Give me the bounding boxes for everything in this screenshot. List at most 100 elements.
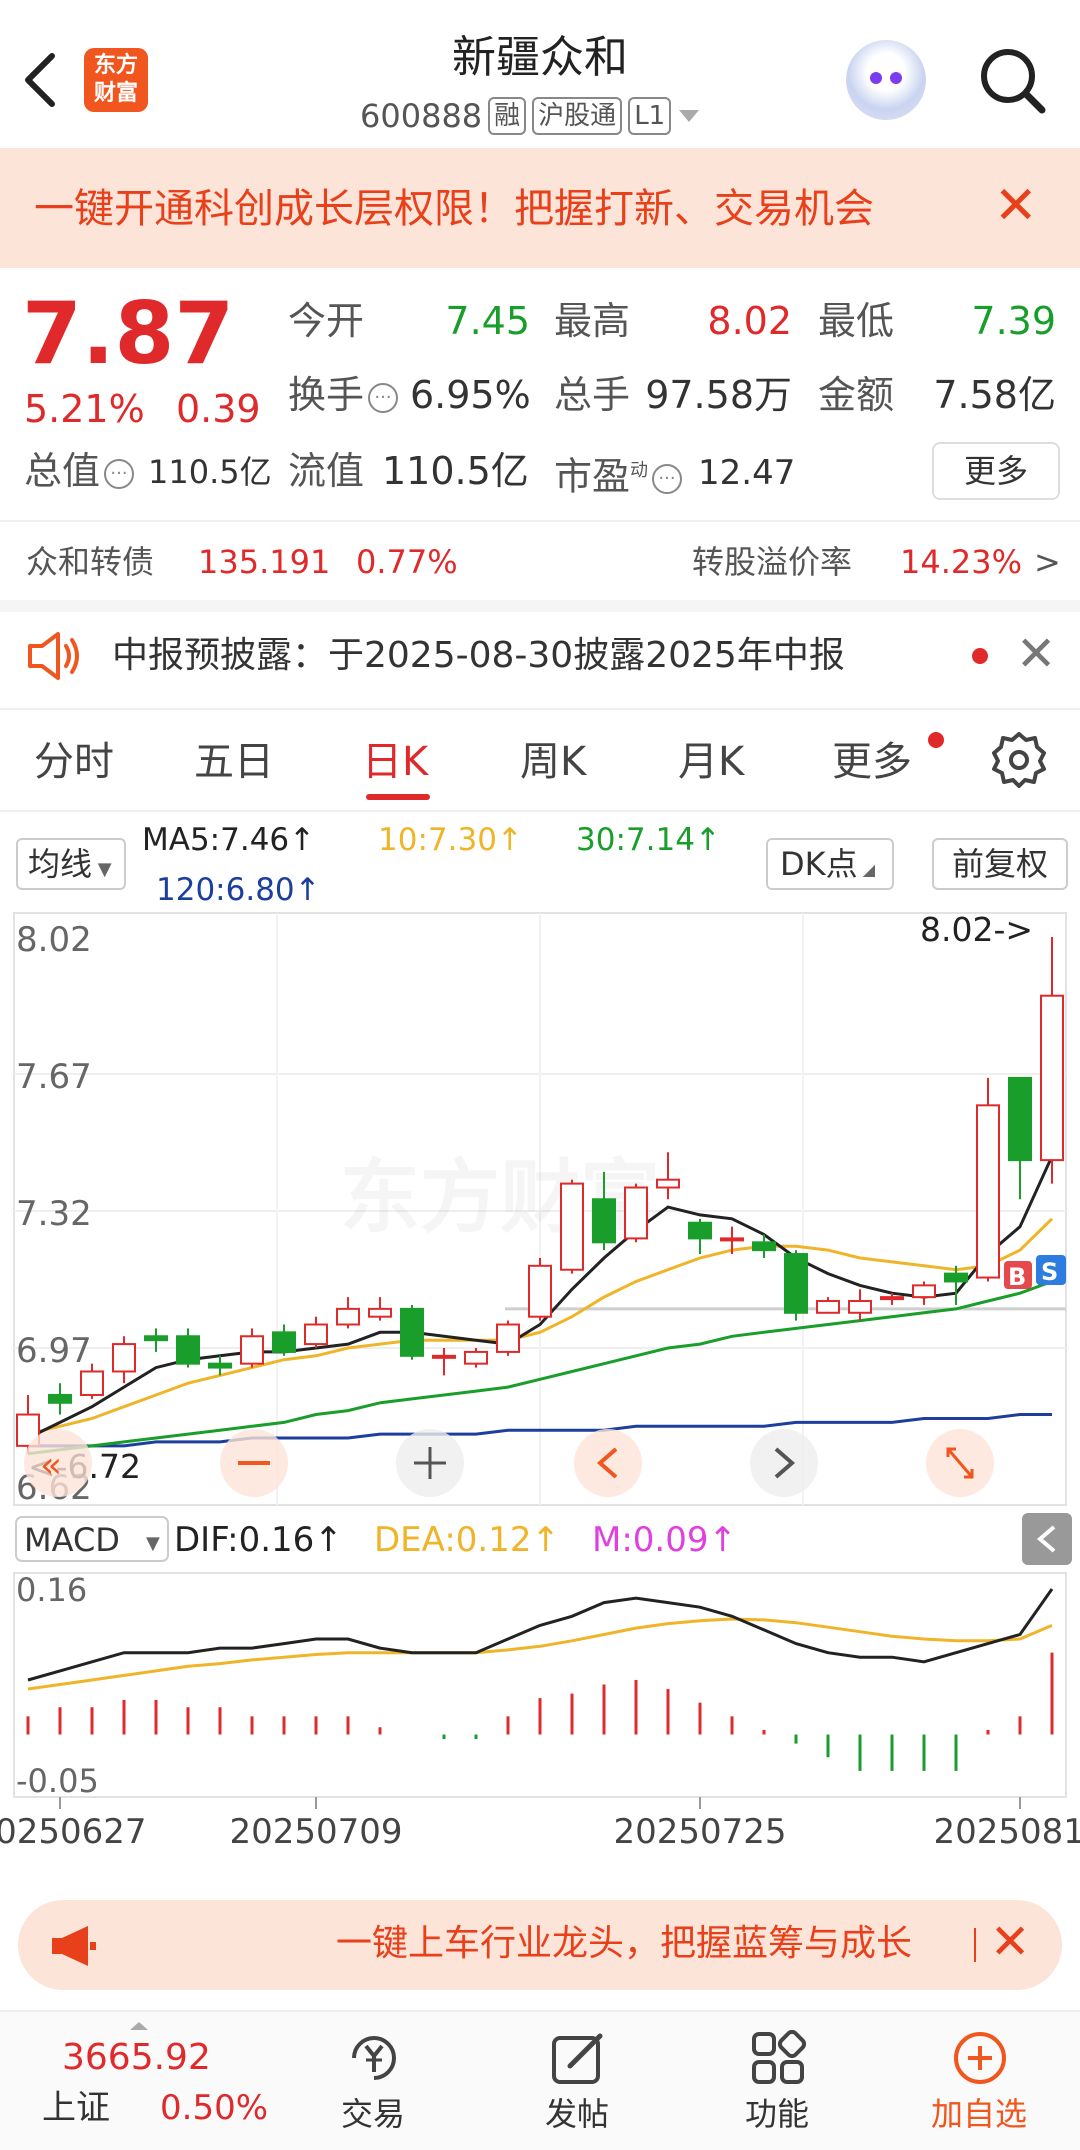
candle-body [752, 1241, 776, 1252]
convertible-bond-row[interactable]: 众和转债 135.191 0.77% 转股溢价率 14.23% > [0, 522, 1080, 600]
ma120-value: 120:6.80↑ [156, 872, 321, 908]
macd-histogram [26, 1652, 1054, 1771]
x-tick-label: 20250627 [0, 1812, 147, 1852]
tab-intraday[interactable]: 分时 [34, 734, 114, 790]
tab-weekly-k[interactable]: 周K [520, 734, 586, 790]
y-tick-label: 6.97 [16, 1331, 92, 1371]
candle-body [496, 1323, 520, 1353]
premium-label: 转股溢价率 [692, 543, 853, 581]
macd-lines [27, 1588, 1054, 1691]
add-watchlist-label: 加自选 [930, 2095, 1027, 2133]
high-label: 最高 [554, 299, 631, 343]
dk-point-select[interactable]: DK点 ◢ [766, 838, 894, 890]
yen-circle-icon [352, 2036, 396, 2080]
info-icon: ··· [368, 382, 399, 413]
candle-body [1040, 994, 1064, 1162]
promo-banner-text: 一键开通科创成长层权限！把握打新、交易机会 [34, 186, 874, 232]
chevron-left-icon [25, 53, 55, 107]
buy-marker: B [1008, 1263, 1026, 1291]
add-watchlist-button[interactable]: 加自选 [914, 2022, 1044, 2142]
ma-select[interactable]: 均线 ▼ [16, 838, 126, 890]
low-value: 7.39 [971, 299, 1056, 343]
chevron-right-icon: > [1034, 543, 1061, 581]
grid-icon [752, 2029, 807, 2084]
trade-button[interactable]: 交易 [318, 2022, 428, 2142]
index-ticker[interactable]: 3665.92 上证 0.50% [0, 2012, 280, 2150]
scroll-left-button[interactable] [574, 1429, 642, 1497]
more-quote-button[interactable]: 更多 [932, 442, 1060, 500]
divider [0, 708, 1080, 710]
top-app-bar: 东方财富 新疆众和 600888 融 沪股通 L1 [0, 0, 1080, 149]
market-cap-value: 110.5亿 [148, 453, 272, 491]
kline-chart[interactable]: 东方财富 8.027.677.326.976.62 8.02-> <-6.72 … [0, 905, 1080, 1885]
notice-text[interactable]: 中报预披露：于2025-08-30披露2025年中报 [112, 632, 845, 680]
stock-code: 600888 [360, 97, 483, 135]
macd-frame [13, 1572, 1067, 1798]
bond-percent: 0.77% [356, 543, 458, 581]
bond-price: 135.191 [198, 543, 331, 581]
max-price-marker: 8.02-> [920, 910, 1033, 949]
gear-icon[interactable] [990, 730, 1048, 788]
price-adjust-select[interactable]: 前复权 [932, 838, 1068, 890]
candle-body [144, 1335, 168, 1342]
collapse-panel-button[interactable] [1022, 1513, 1072, 1565]
y-tick-label: 7.32 [16, 1194, 92, 1234]
candle-body [80, 1370, 104, 1396]
market-cap-label[interactable]: 总值 ··· [24, 448, 138, 494]
stock-code-row[interactable]: 600888 融 沪股通 L1 [360, 94, 740, 138]
tab-monthly-k[interactable]: 月K [678, 734, 744, 790]
info-icon: ··· [652, 464, 683, 495]
candle-body [176, 1335, 200, 1365]
promo-banner[interactable]: 一键开通科创成长层权限！把握打新、交易机会 ✕ [0, 148, 1080, 268]
float-cap-value: 110.5亿 [382, 449, 529, 493]
index-value: 3665.92 [62, 2037, 211, 2078]
x-axis-date-ticks: 20250627 20250709 20250725 20250812 [0, 1797, 1080, 1852]
candle-body [848, 1300, 872, 1314]
volume-label: 总手 [554, 373, 631, 417]
high-value: 8.02 [707, 299, 792, 343]
ma30-value: 30:7.14↑ [576, 822, 721, 858]
close-icon[interactable]: ✕ [1016, 626, 1056, 682]
bottom-promo-banner[interactable]: 一键上车行业龙头，把握蓝筹与成长 ✕ [18, 1900, 1062, 1990]
close-icon[interactable]: ✕ [990, 1912, 1030, 1972]
premium-value: 14.23% [900, 543, 1023, 581]
assistant-robot-icon[interactable] [846, 40, 926, 120]
candle-body [240, 1335, 264, 1365]
back-button[interactable] [20, 50, 70, 110]
candle-body [208, 1362, 232, 1369]
tab-daily-k[interactable]: 日K [362, 734, 428, 790]
post-label: 发帖 [544, 2095, 609, 2133]
turnover-label[interactable]: 换手 ··· [288, 372, 402, 418]
candle-body [464, 1350, 488, 1365]
svg-text:▼: ▼ [146, 1533, 160, 1554]
close-icon[interactable]: ✕ [994, 178, 1038, 234]
app-logo[interactable]: 东方财富 [84, 48, 148, 112]
scroll-right-button[interactable] [750, 1429, 818, 1497]
chart-controls[interactable]: « [24, 1429, 994, 1497]
post-button[interactable]: 发帖 [522, 2022, 632, 2142]
functions-button[interactable]: 功能 [722, 2022, 832, 2142]
x-tick-label: 20250725 [613, 1812, 786, 1852]
caret-up-icon [130, 2022, 148, 2030]
search-icon[interactable] [976, 44, 1048, 116]
last-price: 7.87 [22, 284, 235, 384]
float-cap-label: 流值 [288, 449, 365, 493]
change-amount: 0.39 [176, 387, 261, 431]
functions-label: 功能 [744, 2095, 809, 2133]
active-tab-indicator [366, 794, 430, 800]
index-percent: 0.50% [160, 2088, 269, 2128]
candle-body [48, 1393, 72, 1404]
candle-body [880, 1296, 904, 1301]
candle-body [336, 1307, 360, 1326]
candle-body [592, 1198, 616, 1244]
candle-body [528, 1264, 552, 1318]
tab-more[interactable]: 更多 [832, 734, 912, 790]
dif-value: DIF:0.16↑ [174, 1520, 343, 1560]
tab-five-day[interactable]: 五日 [194, 734, 274, 790]
candle-body [1008, 1076, 1032, 1162]
margin-tag: 融 [488, 97, 527, 135]
badge-dot [928, 732, 944, 748]
candle-body [944, 1272, 968, 1283]
double-chevron-left-icon: « [40, 1445, 62, 1486]
pe-label[interactable]: 市盈动 ··· [554, 448, 686, 500]
